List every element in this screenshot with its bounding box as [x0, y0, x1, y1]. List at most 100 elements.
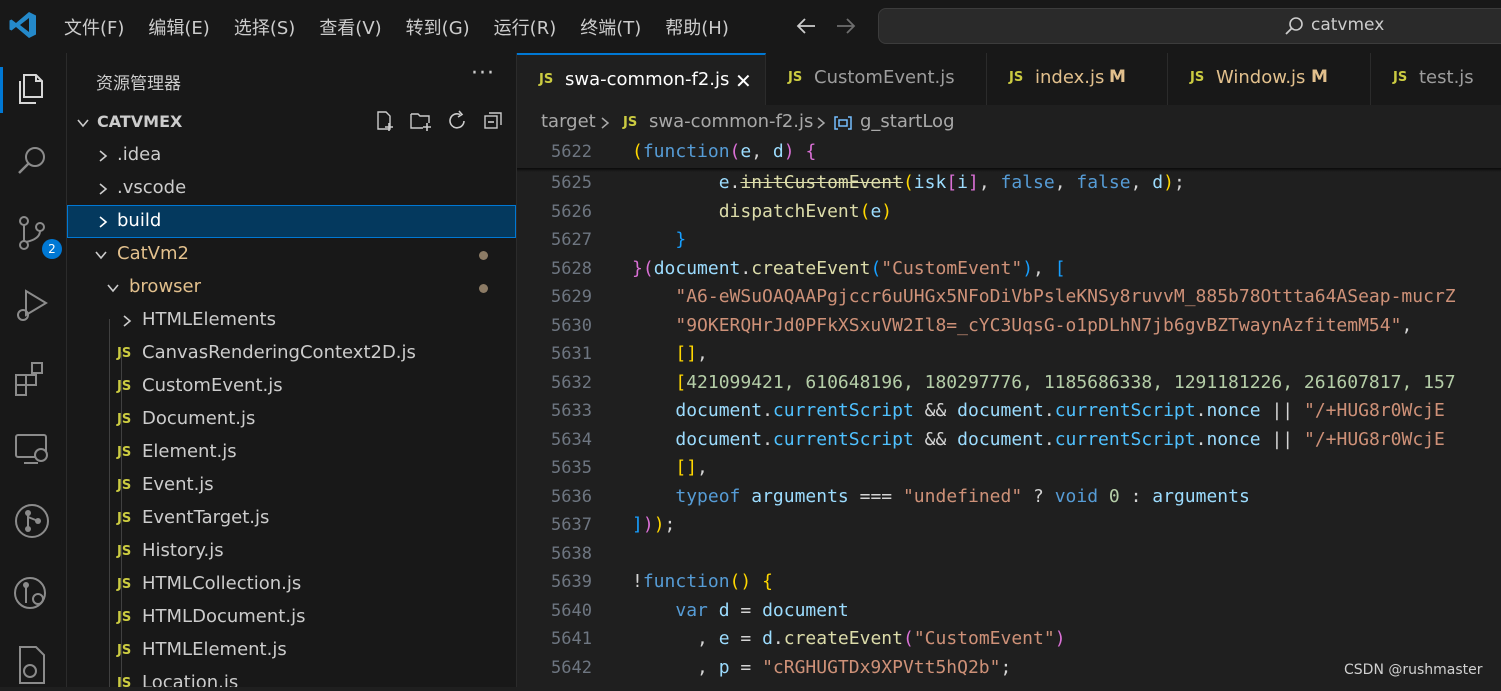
breadcrumb-folder[interactable]: target — [541, 111, 596, 132]
tree-file[interactable]: JS CanvasRenderingContext2D.js — [67, 337, 516, 370]
line-number: 5629 — [551, 287, 592, 307]
tree-label: build — [117, 210, 162, 231]
tree-label: Element.js — [142, 441, 237, 462]
source-control-icon[interactable]: 2 — [10, 211, 62, 259]
back-arrow-icon[interactable] — [795, 15, 817, 37]
js-file-icon: JS — [117, 379, 132, 394]
tree-label: HTMLElements — [142, 309, 276, 330]
tree-folder-vscode[interactable]: .vscode — [67, 172, 516, 205]
modified-indicator: M — [1311, 67, 1328, 87]
code-runner-icon[interactable] — [10, 643, 54, 687]
tree-folder-build[interactable]: build — [67, 205, 516, 238]
code-line: 5641 , e = d.createEvent("CustomEvent") — [517, 626, 1501, 654]
tree-file[interactable]: JS Element.js — [67, 436, 516, 469]
new-file-icon[interactable] — [373, 109, 409, 135]
string-literal: "/+HUG8r0WcjE — [1303, 400, 1445, 421]
tree-file[interactable]: JS EventTarget.js — [67, 502, 516, 535]
menu-file[interactable]: 文件(F) — [52, 14, 136, 40]
git-graph-icon[interactable] — [10, 499, 54, 543]
tab-index[interactable]: JS index.js M — [987, 53, 1168, 105]
tab-test[interactable]: JS test.js — [1371, 53, 1501, 105]
explorer-sidebar: 资源管理器 ··· CATVMEX .idea .vscode build Ca… — [67, 53, 517, 687]
menu-view[interactable]: 查看(V) — [307, 14, 393, 40]
modified-dot — [479, 251, 488, 260]
code-line: 5640 var d = document — [517, 598, 1501, 626]
tree-label: .vscode — [117, 177, 187, 198]
string-literal: "CustomEvent" — [913, 628, 1055, 649]
tree-label: EventTarget.js — [142, 507, 270, 528]
code-line: 5631 [], — [517, 341, 1501, 369]
tree-folder-htmlelements[interactable]: HTMLElements — [67, 304, 516, 337]
tab-window[interactable]: JS Window.js M — [1168, 53, 1371, 105]
tree-label: Document.js — [142, 408, 256, 429]
breadcrumb-symbol[interactable]: g_startLog — [860, 111, 955, 132]
chevron-down-icon — [77, 119, 89, 128]
tree-folder-idea[interactable]: .idea — [67, 139, 516, 172]
workspace-section-header[interactable]: CATVMEX — [67, 107, 516, 137]
vscode-logo-icon — [9, 12, 36, 38]
tab-swa-common-f2[interactable]: JS swa-common-f2.js ✕ — [517, 53, 766, 105]
new-folder-icon[interactable] — [409, 109, 445, 135]
search-view-icon[interactable] — [10, 139, 54, 183]
tree-label: Event.js — [142, 474, 214, 495]
code-text: "A6-eWSuOAQAAPgjccr6uUHGx5NFoDiVbPsleKNS… — [632, 286, 1455, 307]
tree-file[interactable]: JS HTMLCollection.js — [67, 568, 516, 601]
workspace-name: CATVMEX — [97, 112, 183, 131]
explorer-actions — [373, 109, 516, 135]
tree-file[interactable]: JS HTMLElement.js — [67, 634, 516, 667]
code-line: 5638 — [517, 541, 1501, 569]
more-actions-icon[interactable]: ··· — [471, 61, 495, 86]
line-number: 5640 — [551, 601, 592, 621]
js-file-icon: JS — [117, 412, 132, 427]
menu-run[interactable]: 运行(R) — [482, 14, 569, 40]
explorer-icon[interactable] — [10, 67, 54, 111]
close-icon[interactable]: ✕ — [735, 69, 752, 93]
menu-terminal[interactable]: 终端(T) — [568, 14, 653, 40]
sticky-scroll-shadow — [517, 168, 1501, 172]
chevron-down-icon — [107, 284, 119, 293]
menu-selection[interactable]: 选择(S) — [222, 14, 307, 40]
line-number: 5639 — [551, 572, 592, 592]
chevron-right-icon — [99, 150, 108, 162]
chevron-down-icon — [95, 251, 107, 260]
line-number: 5635 — [551, 458, 592, 478]
tab-label: index.js — [1035, 67, 1105, 88]
code-text: [421099421, 610648196, 180297776, 118568… — [675, 372, 1456, 393]
code-text: "9OKERQHrJd0PFkXSxuVW2Il8=_cYC3UqsG-o1pD… — [675, 315, 1413, 336]
modified-indicator: M — [1109, 67, 1126, 87]
collapse-all-icon[interactable] — [481, 109, 516, 135]
code-editor[interactable]: 5622 (function(e, d) { 5625 e.initCustom… — [517, 139, 1501, 687]
tree-file[interactable]: JS Document.js — [67, 403, 516, 436]
extensions-icon[interactable] — [10, 355, 54, 399]
line-number: 5631 — [551, 344, 592, 364]
code-line: 5639 !function() { — [517, 569, 1501, 597]
string-literal: "cRGHUGTDx9XPVtt5hQ2b" — [762, 657, 1001, 678]
line-number: 5642 — [551, 658, 592, 678]
search-icon — [1285, 17, 1303, 35]
forward-arrow-icon[interactable] — [835, 15, 857, 37]
menu-go[interactable]: 转到(G) — [394, 14, 482, 40]
remote-explorer-icon[interactable] — [10, 427, 54, 471]
refresh-icon[interactable] — [445, 109, 481, 135]
tree-file[interactable]: JS HTMLDocument.js — [67, 601, 516, 634]
js-file-icon: JS — [117, 610, 132, 625]
gitlens-icon[interactable] — [10, 571, 54, 615]
menu-help[interactable]: 帮助(H) — [653, 14, 741, 40]
code-line: 5630 "9OKERQHrJd0PFkXSxuVW2Il8=_cYC3UqsG… — [517, 313, 1501, 341]
command-center-search[interactable]: catvmex — [878, 8, 1501, 44]
breadcrumb-file[interactable]: swa-common-f2.js — [649, 111, 813, 132]
js-file-icon: JS — [1393, 70, 1408, 85]
menu-edit[interactable]: 编辑(E) — [136, 14, 221, 40]
tree-file[interactable]: JS History.js — [67, 535, 516, 568]
run-debug-icon[interactable] — [10, 283, 54, 327]
tree-folder-browser[interactable]: browser — [67, 271, 516, 304]
js-file-icon: JS — [117, 643, 132, 658]
tree-file[interactable]: JS CustomEvent.js — [67, 370, 516, 403]
tab-label: test.js — [1419, 67, 1474, 88]
tab-customevent[interactable]: JS CustomEvent.js — [766, 53, 987, 105]
title-bar: 文件(F) 编辑(E) 选择(S) 查看(V) 转到(G) 运行(R) 终端(T… — [0, 0, 1501, 53]
tree-file[interactable]: JS Event.js — [67, 469, 516, 502]
line-number: 5634 — [551, 430, 592, 450]
tree-file[interactable]: JS Location.js — [67, 667, 516, 687]
tree-folder-catvm2[interactable]: CatVm2 — [67, 238, 516, 271]
